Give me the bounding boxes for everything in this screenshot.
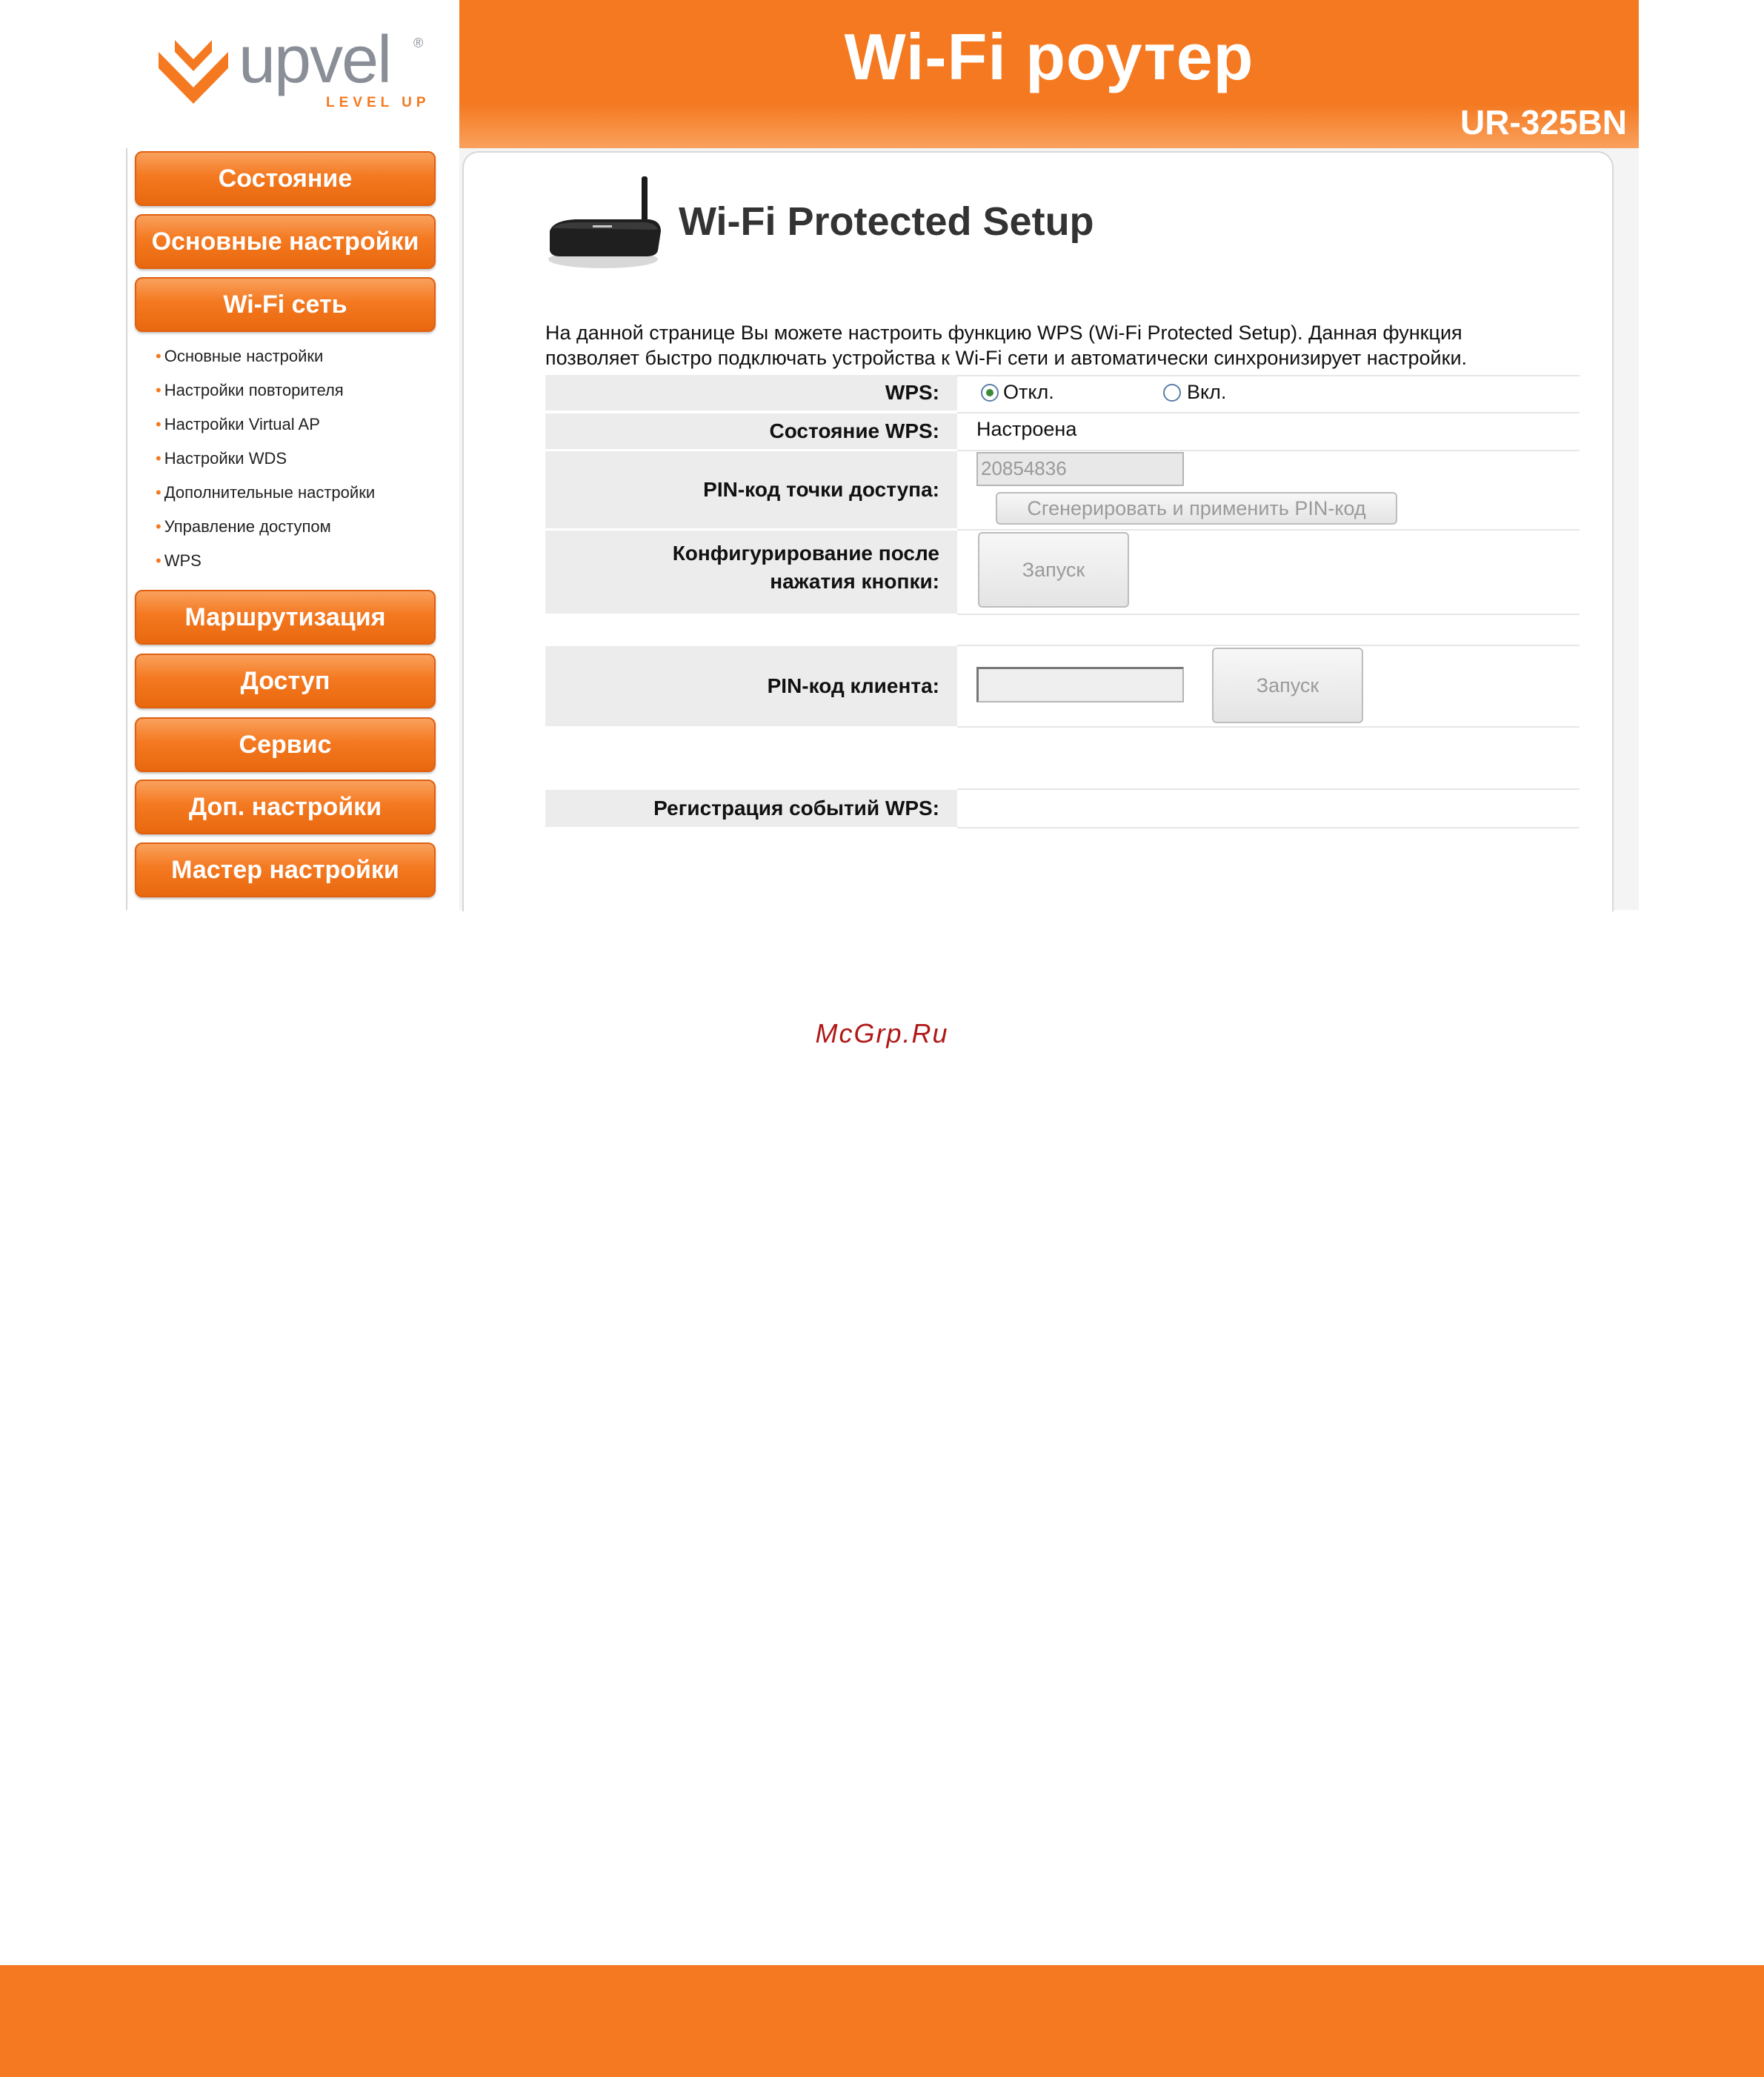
description-line-2: позволяет быстро подключать устройства к…: [545, 347, 1468, 369]
header-title: Wi-Fi роутер: [844, 20, 1254, 93]
wps-label: WPS:: [545, 375, 957, 411]
wps-off-label: Откл.: [1003, 381, 1054, 403]
push-button-start-button[interactable]: Запуск: [978, 532, 1129, 608]
description-line-1: На данной странице Вы можете настроить ф…: [545, 322, 1462, 344]
menu-status[interactable]: Состояние: [135, 151, 436, 206]
row-divider: [957, 726, 1580, 728]
wps-on-label: Вкл.: [1187, 381, 1227, 403]
brand-logo: upvel ® LEVEL UP: [126, 0, 459, 148]
logo-tagline: LEVEL UP: [326, 95, 430, 110]
submenu-wps[interactable]: • WPS: [156, 551, 202, 571]
page-description: На данной странице Вы можете настроить ф…: [545, 320, 1605, 370]
sidebar: Состояние Основные настройки Wi-Fi сеть …: [126, 148, 459, 910]
wps-on-radio[interactable]: [1163, 384, 1181, 402]
push-button-config-label: Конфигурирование после нажатия кнопки:: [545, 531, 957, 614]
router-admin-screen: upvel ® LEVEL UP Wi-Fi роутер UR-325BN С…: [126, 0, 1639, 911]
generate-pin-button[interactable]: Сгенерировать и применить PIN-код: [996, 492, 1397, 525]
menu-access[interactable]: Доступ: [135, 654, 436, 708]
submenu-wds[interactable]: • Настройки WDS: [156, 449, 287, 468]
submenu-virtual-ap[interactable]: • Настройки Virtual AP: [156, 415, 320, 434]
row-divider: [957, 375, 1580, 376]
client-pin-start-button[interactable]: Запуск: [1212, 648, 1363, 723]
model-name: UR-325BN: [1460, 103, 1627, 142]
logo-wordmark: upvel: [239, 23, 392, 97]
menu-extra-settings[interactable]: Доп. настройки: [135, 780, 436, 834]
registered-mark: ®: [413, 36, 424, 50]
push-button-label-line-2: нажатия кнопки:: [770, 570, 939, 593]
footer-bar: [0, 1965, 1764, 2077]
menu-routing[interactable]: Маршрутизация: [135, 590, 436, 645]
submenu-access-control[interactable]: • Управление доступом: [156, 517, 331, 536]
menu-wifi-network[interactable]: Wi-Fi сеть: [135, 277, 436, 332]
watermark: McGrp.Ru: [815, 1018, 949, 1049]
menu-setup-wizard[interactable]: Мастер настройки: [135, 843, 436, 897]
ap-pin-field[interactable]: 20854836: [976, 452, 1184, 486]
menu-service[interactable]: Сервис: [135, 717, 436, 772]
row-divider: [957, 614, 1580, 615]
page-title: Wi-Fi Protected Setup: [679, 199, 1094, 244]
row-divider: [957, 827, 1580, 828]
row-divider: [957, 450, 1580, 451]
wps-off-radio[interactable]: [981, 384, 999, 402]
wps-status-value: Настроена: [976, 418, 1077, 440]
row-divider: [957, 529, 1580, 531]
row-divider: [957, 645, 1580, 646]
row-divider: [957, 412, 1580, 413]
content-panel: Wi-Fi Protected Setup На данной странице…: [462, 151, 1614, 911]
ap-pin-label: PIN-код точки доступа:: [545, 451, 957, 528]
submenu-repeater[interactable]: • Настройки повторителя: [156, 381, 344, 400]
client-pin-field[interactable]: [976, 667, 1184, 702]
menu-basic-settings[interactable]: Основные настройки: [135, 214, 436, 269]
router-image: [548, 176, 661, 268]
push-button-label-line-1: Конфигурирование после: [672, 542, 939, 565]
header-bar: Wi-Fi роутер UR-325BN: [459, 0, 1639, 148]
submenu-wifi-basic[interactable]: • Основные настройки: [156, 347, 323, 366]
upvel-chevron-icon: [159, 40, 228, 104]
content-area: Wi-Fi Protected Setup На данной странице…: [459, 148, 1639, 911]
submenu-advanced[interactable]: • Дополнительные настройки: [156, 483, 375, 502]
wps-event-log-label: Регистрация событий WPS:: [545, 790, 957, 827]
client-pin-label: PIN-код клиента:: [545, 646, 957, 726]
wps-status-label: Состояние WPS:: [545, 413, 957, 449]
row-divider: [957, 788, 1580, 790]
